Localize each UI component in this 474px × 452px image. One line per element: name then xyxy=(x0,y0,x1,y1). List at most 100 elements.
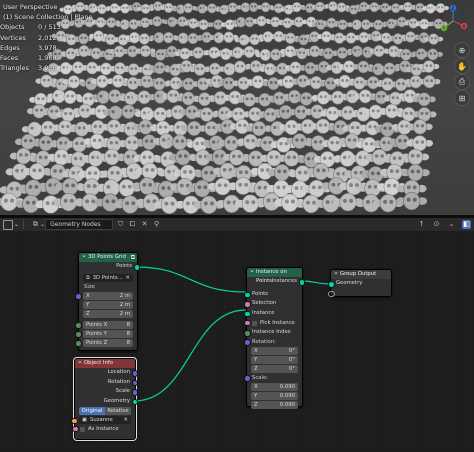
chevron-down-icon: ⌄ xyxy=(14,221,20,228)
output-socket-points[interactable] xyxy=(133,264,140,271)
close-icon[interactable]: ✕ xyxy=(124,416,128,424)
field-value: 0.090 xyxy=(279,401,295,408)
parent-node-tree-icon[interactable]: ↑ xyxy=(417,220,426,229)
input-socket-rotation[interactable] xyxy=(244,339,251,346)
socket-row: Instance xyxy=(244,309,302,319)
pin-icon[interactable]: ⚲ xyxy=(152,220,161,229)
camera-icon[interactable]: ⎙ xyxy=(454,74,470,90)
output-socket-rotation[interactable] xyxy=(131,379,138,387)
node-instance-on-points[interactable]: Instance on Points Instances Points Sele… xyxy=(244,266,305,409)
rotation-x-field[interactable]: X 0° xyxy=(251,346,298,355)
stat-row: Triangles 3,936 xyxy=(0,63,92,73)
field-label: Points Y xyxy=(86,330,107,337)
hand-pan-icon[interactable]: ✋ xyxy=(454,58,470,74)
field-label: Points Z xyxy=(86,339,108,346)
overlay-icon[interactable]: ⊙ xyxy=(432,220,441,229)
node-header[interactable]: Instance on Points xyxy=(247,266,302,284)
output-socket-geometry[interactable] xyxy=(131,398,138,406)
field-value: 8 xyxy=(126,330,130,337)
stat-value: 2,012 xyxy=(38,33,57,42)
checkbox-box[interactable] xyxy=(252,320,257,326)
input-socket-scale[interactable] xyxy=(244,375,251,382)
zoom-icon[interactable]: ⊕ xyxy=(454,42,470,58)
node-group-output[interactable]: Group Output Geometry xyxy=(328,268,392,299)
scale-y-field[interactable]: Y 0.090 xyxy=(251,391,298,400)
node-header[interactable]: 3D Points Grid ⧉ xyxy=(79,251,137,262)
close-icon[interactable]: ✕ xyxy=(140,220,149,229)
socket-label: Location xyxy=(107,369,130,375)
rotation-y-field[interactable]: Y 0° xyxy=(251,355,298,364)
size-z-field[interactable]: Z 2 m xyxy=(83,309,133,318)
node-header[interactable]: Object Info xyxy=(75,357,135,368)
shield-icon[interactable]: ⛉ xyxy=(116,220,125,229)
duplicate-icon[interactable]: ⧠ xyxy=(128,220,137,229)
output-socket-scale[interactable] xyxy=(131,389,138,396)
scale-label: Scale: xyxy=(252,374,269,381)
node-header[interactable]: Group Output xyxy=(331,268,391,279)
stat-label: Vertices xyxy=(0,33,26,42)
input-socket-instance[interactable] xyxy=(244,310,251,318)
node-tree-icon[interactable]: ⧉ xyxy=(31,220,40,229)
input-socket-instance-index[interactable] xyxy=(244,330,251,337)
output-socket-location[interactable] xyxy=(131,370,138,377)
rotation-z-field[interactable]: Z 0° xyxy=(251,364,298,373)
field-value: 0° xyxy=(288,365,295,372)
socket-label: Rotation xyxy=(107,378,130,385)
input-socket-as-instance[interactable] xyxy=(72,425,79,433)
3d-viewport[interactable]: User Perspective (1) Scene Collection | … xyxy=(0,0,474,215)
navigation-gizmo[interactable]: Z Y X xyxy=(436,4,470,38)
close-icon[interactable]: ✕ xyxy=(126,274,130,282)
stat-row: Faces 1,968 xyxy=(0,53,92,63)
input-socket-size[interactable] xyxy=(75,293,82,300)
pick-instance-checkbox[interactable]: Pick Instance xyxy=(244,319,297,327)
gizmo-x-label: X xyxy=(463,24,466,29)
node-title: 3D Points Grid xyxy=(88,254,126,260)
input-socket-points-y[interactable] xyxy=(75,331,82,338)
points-x-field[interactable]: Points X 8 xyxy=(75,320,133,329)
socket-row: Geometry xyxy=(75,397,138,407)
node-tree-name-field[interactable]: Geometry Nodes xyxy=(45,219,114,230)
collection-line: (1) Scene Collection | Plane xyxy=(3,13,93,22)
input-socket-pick-instance[interactable] xyxy=(244,319,251,327)
chevron-down-icon[interactable]: ⌄ xyxy=(447,220,456,229)
size-y-field[interactable]: Y 2 m xyxy=(83,300,133,309)
suzanne-instance xyxy=(406,135,433,152)
scale-x-field[interactable]: X 0.090 xyxy=(251,382,298,391)
stat-row: Edges 3,978 xyxy=(0,43,92,53)
input-socket-empty[interactable] xyxy=(328,290,335,298)
node-group-icon: ⧉ xyxy=(130,254,135,261)
node-editor-canvas[interactable]: 3D Points Grid ⧉ Points ⧉3D Points...✕ S… xyxy=(0,231,474,452)
input-socket-geometry[interactable] xyxy=(328,281,335,288)
input-socket-points-x[interactable] xyxy=(75,322,82,329)
node-3d-points-grid[interactable]: 3D Points Grid ⧉ Points ⧉3D Points...✕ S… xyxy=(75,251,140,351)
socket-row: Points xyxy=(79,262,140,272)
socket-row xyxy=(328,289,391,299)
input-socket-points[interactable] xyxy=(244,291,251,299)
node-object-info[interactable]: Object Info Location Rotation Scale Geom… xyxy=(71,357,138,441)
transform-space-toggle: Original Relative xyxy=(79,407,131,415)
scale-z-field[interactable]: Z 0.090 xyxy=(251,400,298,409)
input-socket-selection[interactable] xyxy=(244,301,251,308)
object-field[interactable]: ▣ Suzanne ✕ xyxy=(71,416,131,425)
field-value: 2 m xyxy=(119,292,130,299)
checkbox-box[interactable] xyxy=(80,426,85,432)
original-option[interactable]: Original xyxy=(79,407,105,415)
suzanne-instance xyxy=(401,164,430,182)
grid-perspective-icon[interactable]: ⊞ xyxy=(454,90,470,106)
size-x-field[interactable]: X 2 m xyxy=(75,291,133,300)
relative-option[interactable]: Relative xyxy=(105,407,131,415)
points-y-field[interactable]: Points Y 8 xyxy=(75,329,133,338)
node-editor-header: ⌄ ⧉ ⌄ Geometry Nodes ⛉ ⧠ ✕ ⚲ ↑ ⊙ ⌄ ◧ xyxy=(0,218,474,231)
socket-row: Scale xyxy=(75,387,138,397)
editor-type-dropdown[interactable]: ⌄ xyxy=(3,219,20,230)
sidebar-toggle-icon[interactable]: ◧ xyxy=(462,220,471,229)
socket-label: Instances xyxy=(271,278,297,284)
socket-row: Selection xyxy=(244,299,302,309)
suzanne-instance xyxy=(412,107,437,122)
node-group-selector[interactable]: ⧉ 3D Points... ✕ xyxy=(83,273,133,282)
points-z-field[interactable]: Points Z 8 xyxy=(75,338,133,347)
as-instance-checkbox[interactable]: As Instance xyxy=(72,425,130,433)
output-socket-instances[interactable] xyxy=(298,279,305,286)
input-socket-object[interactable] xyxy=(71,417,78,425)
input-socket-points-z[interactable] xyxy=(75,340,82,347)
